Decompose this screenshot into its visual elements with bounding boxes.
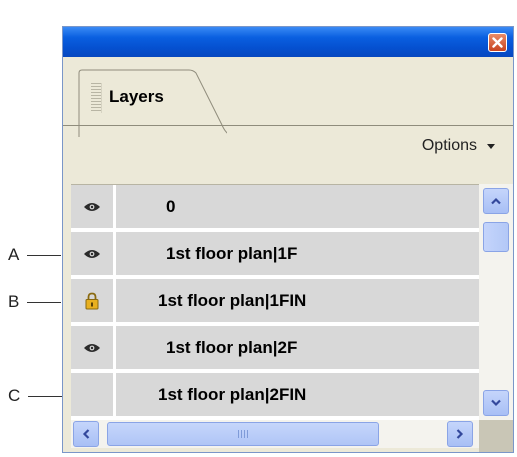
chevron-right-icon	[456, 429, 464, 439]
layer-name: 1st floor plan|1F	[166, 243, 298, 263]
vertical-scrollbar[interactable]	[479, 184, 513, 420]
eye-icon	[84, 343, 100, 352]
tab-label: Layers	[109, 87, 164, 106]
eye-icon	[84, 202, 100, 211]
layer-row[interactable]: 1st floor plan|2FIN	[71, 373, 479, 420]
close-icon	[492, 37, 503, 48]
scroll-left-button[interactable]	[73, 421, 99, 447]
callout-line	[27, 254, 62, 256]
layer-row[interactable]: 0	[71, 185, 479, 232]
tab-divider	[63, 125, 513, 126]
grip-handle[interactable]	[91, 83, 102, 113]
scroll-up-button[interactable]	[483, 188, 509, 214]
visibility-toggle[interactable]	[71, 279, 116, 322]
scroll-right-button[interactable]	[447, 421, 473, 447]
chevron-up-icon	[491, 197, 501, 205]
layers-panel: Layers Options 0 1st floor plan|1F 1st f…	[62, 26, 514, 453]
visibility-toggle[interactable]	[71, 326, 116, 369]
grip-icon	[238, 430, 248, 438]
callout-c: C	[8, 386, 63, 406]
options-label: Options	[421, 137, 477, 154]
options-menu-button[interactable]: Options	[422, 137, 495, 155]
vertical-scroll-thumb[interactable]	[483, 222, 509, 252]
close-button[interactable]	[488, 33, 507, 52]
visibility-toggle[interactable]	[71, 373, 116, 416]
callout-label: A	[8, 245, 20, 264]
layer-row[interactable]: 1st floor plan|1FIN	[71, 279, 479, 326]
horizontal-scroll-thumb[interactable]	[107, 422, 379, 446]
tab-strip: Layers	[63, 57, 513, 137]
callout-a: A	[8, 245, 62, 265]
layer-name: 1st floor plan|1FIN	[158, 290, 307, 310]
visibility-toggle[interactable]	[71, 185, 116, 228]
layer-name: 0	[166, 196, 176, 216]
scroll-down-button[interactable]	[483, 390, 509, 416]
visibility-toggle[interactable]	[71, 232, 116, 275]
layer-name: 1st floor plan|2F	[166, 337, 298, 357]
lock-icon	[85, 292, 99, 309]
scrollbar-corner	[479, 420, 513, 452]
eye-icon	[84, 249, 100, 258]
callout-label: C	[8, 386, 21, 405]
title-bar[interactable]	[63, 27, 513, 57]
chevron-left-icon	[82, 429, 90, 439]
layer-name: 1st floor plan|2FIN	[158, 384, 307, 404]
chevron-down-icon	[491, 399, 501, 407]
callout-line	[27, 301, 62, 303]
chevron-down-icon	[487, 143, 495, 149]
horizontal-scrollbar[interactable]	[71, 420, 479, 448]
callout-label: B	[8, 292, 20, 311]
tab-layers[interactable]: Layers	[77, 69, 227, 137]
layer-row[interactable]: 1st floor plan|2F	[71, 326, 479, 373]
layer-list: 0 1st floor plan|1F 1st floor plan|1FIN …	[71, 184, 479, 421]
layer-row[interactable]: 1st floor plan|1F	[71, 232, 479, 279]
callout-b: B	[8, 292, 62, 312]
callout-line	[28, 395, 63, 397]
